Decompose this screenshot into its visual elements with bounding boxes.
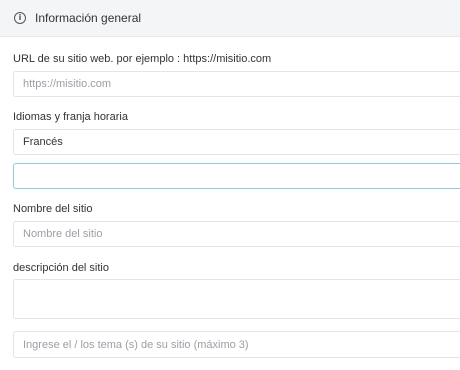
url-input[interactable]: https://misitio.com	[13, 71, 460, 97]
site-name-input[interactable]: Nombre del sitio	[13, 221, 460, 247]
description-textarea[interactable]	[13, 279, 460, 319]
description-label: descripción del sitio	[13, 262, 109, 274]
site-name-label: Nombre del sitio	[13, 203, 93, 215]
url-placeholder: https://misitio.com	[23, 78, 112, 90]
site-name-placeholder: Nombre del sitio	[23, 228, 103, 240]
language-select[interactable]: Francés	[13, 129, 460, 155]
section-title: Información general	[35, 11, 142, 25]
section-header: i Información general	[0, 0, 460, 37]
info-icon: i	[14, 12, 26, 24]
language-label: Idiomas y franja horaria	[13, 111, 128, 123]
url-label: URL de su sitio web. por ejemplo : https…	[13, 53, 272, 65]
topics-input[interactable]: Ingrese el / los tema (s) de su sitio (m…	[13, 331, 460, 358]
general-info-form: i Información general URL de su sitio we…	[0, 0, 460, 370]
topics-placeholder: Ingrese el / los tema (s) de su sitio (m…	[23, 338, 249, 351]
timezone-input[interactable]	[13, 163, 460, 189]
language-selected-value: Francés	[23, 136, 63, 148]
